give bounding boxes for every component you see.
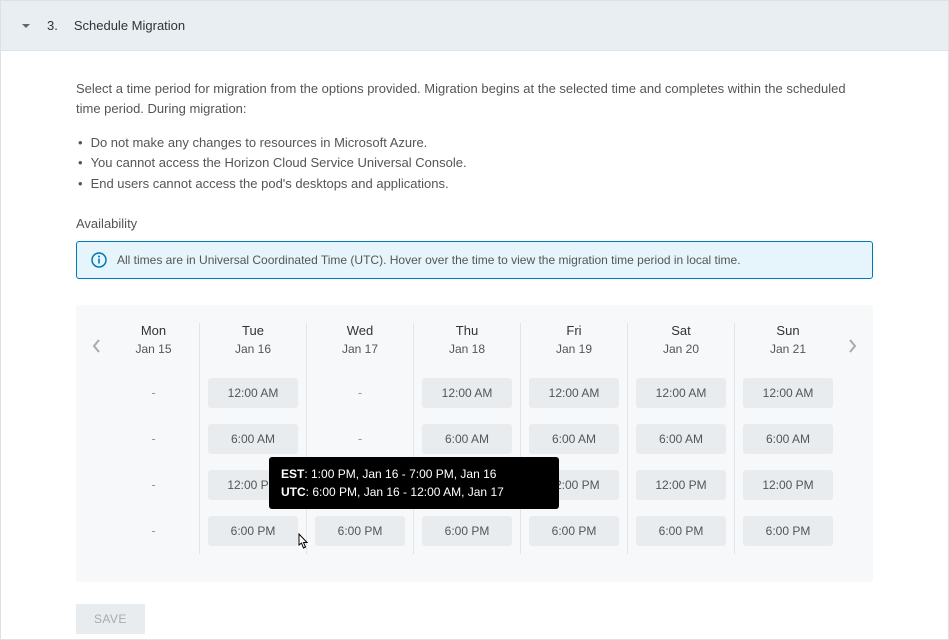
time-slot-button[interactable]: 12:00 AM	[422, 378, 512, 408]
time-slot-button[interactable]: 6:00 PM	[315, 516, 405, 546]
time-slot-button[interactable]: 12:00 PM	[208, 470, 298, 500]
day-date: Jan 20	[636, 342, 726, 356]
calendar-column: Tue Jan 16 12:00 AM 6:00 AM 12:00 PM 6:00 PM	[200, 323, 307, 554]
calendar-column: Thu Jan 18 12:00 AM 6:00 AM - 6:00 PM	[414, 323, 521, 554]
empty-slot: -	[465, 477, 469, 492]
list-item: End users cannot access the pod's deskto…	[76, 174, 873, 194]
time-slot-button[interactable]: 6:00 PM	[636, 516, 726, 546]
calendar-day-header: Wed Jan 17	[315, 323, 405, 370]
time-slot-button[interactable]: 6:00 PM	[529, 516, 619, 546]
time-slot-button[interactable]: 6:00 PM	[422, 516, 512, 546]
availability-label: Availability	[76, 216, 873, 231]
time-slot-button[interactable]: 6:00 AM	[636, 424, 726, 454]
calendar-column: Wed Jan 17 - - - 6:00 PM	[307, 323, 414, 554]
step-number: 3.	[47, 18, 58, 33]
info-message: All times are in Universal Coordinated T…	[117, 253, 741, 267]
intro-text: Select a time period for migration from …	[76, 79, 873, 119]
calendar-column: Fri Jan 19 12:00 AM 6:00 AM 12:00 PM 6:00 PM	[521, 323, 628, 554]
info-icon	[91, 252, 107, 268]
day-date: Jan 18	[422, 342, 512, 356]
day-date: Jan 15	[116, 342, 191, 356]
day-date: Jan 16	[208, 342, 298, 356]
day-date: Jan 17	[315, 342, 405, 356]
empty-slot: -	[358, 385, 362, 400]
time-slot-button[interactable]: 6:00 PM	[208, 516, 298, 546]
calendar-day-header: Tue Jan 16	[208, 323, 298, 370]
day-of-week: Fri	[529, 323, 619, 338]
calendar-column: Sun Jan 21 12:00 AM 6:00 AM 12:00 PM 6:00 PM	[735, 323, 841, 554]
restrictions-list: Do not make any changes to resources in …	[76, 133, 873, 193]
calendar-day-header: Sun Jan 21	[743, 323, 833, 370]
calendar-next-button[interactable]	[843, 337, 861, 355]
calendar-column: Mon Jan 15 - - - -	[108, 323, 200, 554]
calendar-column: Sat Jan 20 12:00 AM 6:00 AM 12:00 PM 6:00 PM	[628, 323, 735, 554]
time-slot-button[interactable]: 6:00 AM	[422, 424, 512, 454]
empty-slot: -	[151, 477, 155, 492]
time-slot-button[interactable]: 12:00 AM	[743, 378, 833, 408]
day-of-week: Wed	[315, 323, 405, 338]
day-date: Jan 19	[529, 342, 619, 356]
empty-slot: -	[151, 431, 155, 446]
time-slot-button[interactable]: 12:00 PM	[636, 470, 726, 500]
calendar-prev-button[interactable]	[88, 337, 106, 355]
time-slot-button[interactable]: 6:00 AM	[743, 424, 833, 454]
calendar-day-header: Fri Jan 19	[529, 323, 619, 370]
day-of-week: Sat	[636, 323, 726, 338]
time-slot-button[interactable]: 6:00 AM	[208, 424, 298, 454]
step-title: Schedule Migration	[74, 18, 185, 33]
info-banner: All times are in Universal Coordinated T…	[76, 241, 873, 279]
time-slot-button[interactable]: 12:00 AM	[208, 378, 298, 408]
empty-slot: -	[358, 477, 362, 492]
empty-slot: -	[151, 385, 155, 400]
list-item: You cannot access the Horizon Cloud Serv…	[76, 153, 873, 173]
day-of-week: Sun	[743, 323, 833, 338]
accordion-header[interactable]: 3. Schedule Migration	[1, 1, 948, 51]
time-slot-button[interactable]: 12:00 AM	[636, 378, 726, 408]
empty-slot: -	[358, 431, 362, 446]
empty-slot: -	[151, 523, 155, 538]
calendar-day-header: Sat Jan 20	[636, 323, 726, 370]
day-of-week: Mon	[116, 323, 191, 338]
calendar-day-header: Thu Jan 18	[422, 323, 512, 370]
day-of-week: Thu	[422, 323, 512, 338]
calendar-day-header: Mon Jan 15	[116, 323, 191, 370]
day-of-week: Tue	[208, 323, 298, 338]
chevron-down-icon[interactable]	[21, 21, 31, 31]
time-slot-button[interactable]: 12:00 PM	[743, 470, 833, 500]
save-button[interactable]: SAVE	[76, 604, 145, 634]
time-slot-button[interactable]: 6:00 AM	[529, 424, 619, 454]
availability-calendar: Mon Jan 15 - - - - Tue Jan 16 12:00 AM 6:00 AM 12:…	[76, 305, 873, 582]
list-item: Do not make any changes to resources in …	[76, 133, 873, 153]
time-slot-button[interactable]: 6:00 PM	[743, 516, 833, 546]
time-slot-button[interactable]: 12:00 AM	[529, 378, 619, 408]
time-slot-button[interactable]: 12:00 PM	[529, 470, 619, 500]
day-date: Jan 21	[743, 342, 833, 356]
